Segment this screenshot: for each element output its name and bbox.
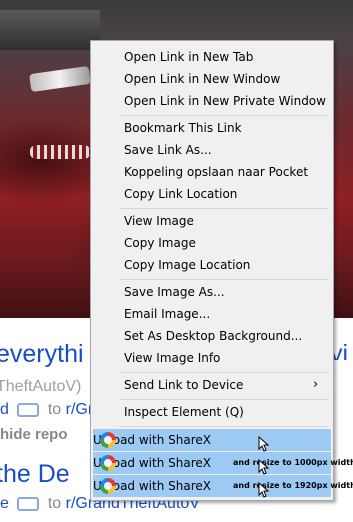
menu-separator <box>119 426 329 427</box>
meta-to: to <box>47 495 62 512</box>
context-menu: Open Link in New Tab Open Link in New Wi… <box>90 40 353 501</box>
menu-separator <box>119 372 329 373</box>
menu-item-copy-image-location[interactable]: Copy Image Location <box>91 254 333 276</box>
menu-item-send-link-to-device[interactable]: Send Link to Device › <box>91 374 333 396</box>
menu-item-label: View Image <box>124 214 194 228</box>
menu-item-copy-image[interactable]: Copy Image <box>91 232 333 254</box>
crosspost-icon <box>17 402 40 417</box>
meta-prefix: e <box>0 495 9 512</box>
menu-item-view-image-info[interactable]: View Image Info <box>91 347 333 369</box>
menu-item-view-image[interactable]: View Image <box>91 210 333 232</box>
menu-separator <box>119 279 329 280</box>
crosspost-icon <box>17 496 40 511</box>
menu-item-set-desktop-background[interactable]: Set As Desktop Background... <box>91 325 333 347</box>
mouse-pointer-icon <box>258 436 270 452</box>
menu-item-label: Inspect Element (Q) <box>124 405 244 419</box>
menu-item-label: Set As Desktop Background... <box>124 329 303 343</box>
menu-item-label: View Image Info <box>124 351 221 365</box>
menu-item-upload-sharex[interactable]: Upload with ShareX <box>93 429 331 451</box>
menu-item-upload-sharex-1920[interactable]: Upload with ShareX and resize to 1920px … <box>93 475 353 497</box>
menu-item-label: Send Link to Device <box>124 378 244 392</box>
menu-item-suffix: and resize to 1000px width <box>233 458 353 467</box>
menu-item-copy-link-location[interactable]: Copy Link Location <box>91 183 333 205</box>
menu-item-label: Bookmark This Link <box>124 121 242 135</box>
menu-item-upload-sharex-1000[interactable]: Upload with ShareX and resize to 1000px … <box>93 452 353 474</box>
menu-item-suffix: and resize to 1920px width <box>233 481 353 490</box>
menu-item-label: Save Link As... <box>124 143 212 157</box>
mouse-pointer-icon <box>258 482 270 498</box>
menu-item-save-to-pocket[interactable]: Koppeling opslaan naar Pocket <box>91 161 333 183</box>
menu-item-label: Save Image As... <box>124 285 225 299</box>
menu-item-label: Open Link in New Private Window <box>124 94 326 108</box>
menu-item-label: Koppeling opslaan naar Pocket <box>124 165 309 179</box>
meta-prefix: d <box>0 401 9 418</box>
menu-item-open-private-window[interactable]: Open Link in New Private Window <box>91 90 333 112</box>
post-actions[interactable]: hide repo <box>0 426 68 443</box>
mouse-pointer-icon <box>258 459 270 475</box>
post-domain: TheftAutoV) <box>0 378 82 395</box>
image-detail <box>30 145 90 159</box>
meta-to: to <box>47 401 62 418</box>
menu-item-email-image[interactable]: Email Image... <box>91 303 333 325</box>
post-title-link[interactable]: everythi <box>0 340 84 369</box>
sharex-icon <box>100 432 116 448</box>
image-detail <box>0 10 100 50</box>
menu-item-label: Open Link in New Window <box>124 72 281 86</box>
submenu-arrow-icon: › <box>313 377 319 392</box>
menu-item-bookmark-link[interactable]: Bookmark This Link <box>91 117 333 139</box>
post-title-link[interactable]: the De <box>0 460 70 489</box>
image-detail <box>29 65 91 93</box>
menu-separator <box>119 115 329 116</box>
menu-item-label: Open Link in New Tab <box>124 50 254 64</box>
sharex-icon <box>100 478 116 494</box>
menu-separator <box>119 208 329 209</box>
menu-item-open-new-tab[interactable]: Open Link in New Tab <box>91 46 333 68</box>
menu-item-open-new-window[interactable]: Open Link in New Window <box>91 68 333 90</box>
menu-item-label: Copy Image Location <box>124 258 251 272</box>
menu-item-inspect-element[interactable]: Inspect Element (Q) <box>91 401 333 423</box>
menu-item-label: Copy Link Location <box>124 187 238 201</box>
menu-separator <box>119 399 329 400</box>
menu-item-label: Copy Image <box>124 236 196 250</box>
menu-item-label: Email Image... <box>124 307 211 321</box>
sharex-icon <box>100 455 116 471</box>
menu-item-save-image[interactable]: Save Image As... <box>91 281 333 303</box>
menu-item-save-link[interactable]: Save Link As... <box>91 139 333 161</box>
